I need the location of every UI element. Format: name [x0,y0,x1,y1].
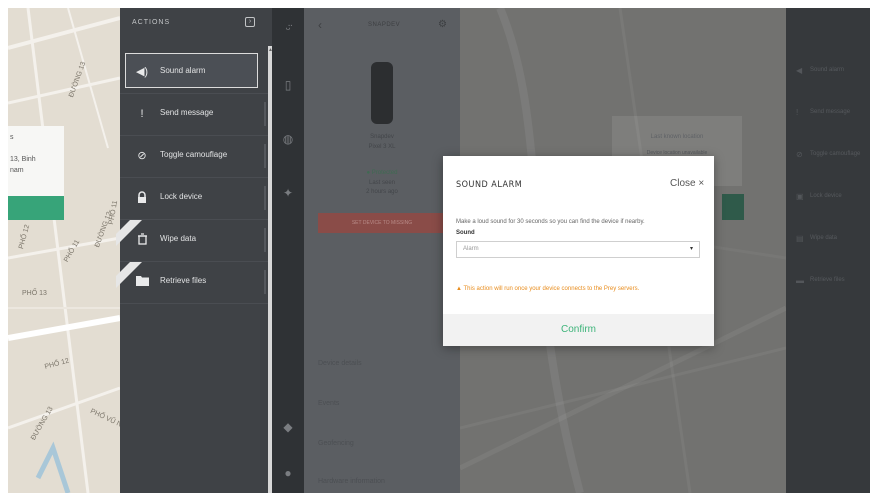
device-name: SNAPDEV [368,22,401,28]
eye-slash-icon: ⊘ [137,150,147,162]
device-row[interactable]: Events [318,400,339,407]
right-item[interactable]: ▬ Retrieve files [786,262,870,304]
app-frame: s 13, Binh nam ĐƯỜNG 13 PHỐ 12 ĐƯỜNG 12 … [8,8,870,493]
right-item[interactable]: ▤ Wipe data [786,220,870,262]
lock-icon [134,191,150,205]
device-panel: ‹ SNAPDEV ⚙ Snapdev Pixel 3 XL ● Protect… [304,8,460,493]
action-retrieve-files[interactable]: Retrieve files [116,262,270,304]
right-item-label: Send message [810,109,851,115]
address-text-top: s [10,134,14,141]
right-item-label: Wipe data [810,235,838,241]
lock-icon: ▣ [796,192,804,201]
right-item[interactable]: ▣ Lock device [786,178,870,220]
right-item[interactable]: ⊘ Toggle camouflage [786,136,870,178]
actions-header: ACTIONS › [120,8,272,42]
dim-green-bar [722,194,744,220]
exclamation-icon: ! [796,108,799,117]
drag-handle [264,144,266,168]
action-toggle-camouflage[interactable]: ⊘ Toggle camouflage [120,136,270,178]
trash-icon [134,233,150,247]
modal-close-button[interactable]: Close × [670,178,704,189]
right-item-label: Toggle camouflage [810,151,861,157]
modal-description: Make a loud sound for 30 seconds so you … [456,219,645,225]
action-lock-device[interactable]: Lock device [120,178,270,220]
drag-handle [264,102,266,126]
phone-image [371,62,393,124]
action-label: Retrieve files [160,276,207,285]
warning-icon: ▲ [456,286,462,292]
set-missing-button[interactable]: SET DEVICE TO MISSING [318,213,446,233]
action-sound-alarm[interactable]: ◀︎) Sound alarm [120,52,270,94]
right-item-label: Sound alarm [810,67,845,73]
device-row[interactable]: Device details [318,360,362,367]
action-label: Send message [160,108,214,117]
right-item[interactable]: ! Send message [786,94,870,136]
right-item-label: Lock device [810,193,842,199]
folder-icon [134,275,150,289]
action-label: Toggle camouflage [160,150,228,159]
account-icon[interactable]: ● [280,466,296,480]
device-last-seen-time: 2 hours ago [366,189,398,195]
sound-select[interactable]: Alarm ▾ [456,241,700,258]
logo-icon: ᵕ̈ [285,22,291,36]
right-item-label: Retrieve files [810,277,845,283]
settings-icon[interactable]: ✦ [280,186,296,200]
help-icon[interactable]: ◆ [280,420,296,434]
device-last-seen: Last seen [368,180,396,186]
eye-slash-icon: ⊘ [796,150,803,159]
right-panel: ◀ Sound alarm ! Send message ⊘ Toggle camou… [786,8,870,493]
device-row[interactable]: Geofencing [318,440,354,447]
exclamation-icon: ! [140,108,144,120]
address-green-bar [8,196,64,220]
address-text: 13, Binh nam [10,156,36,174]
security-icon[interactable]: ◍ [280,132,296,146]
drag-handle [264,186,266,210]
device-title: Snapdev [370,134,394,140]
modal-footer: Confirm [443,314,714,346]
device-model: Pixel 3 XL [368,144,396,150]
sound-label: Sound [456,230,475,236]
modal-warning: ▲ This action will run once your device … [456,286,639,292]
drag-handle [264,228,266,252]
sound-select-value: Alarm [463,246,479,252]
last-location-title: Last known location [650,134,704,140]
action-label: Lock device [160,192,203,201]
folder-icon: ▬ [796,276,804,285]
panel-close-icon[interactable]: › [245,17,255,27]
back-arrow-icon[interactable]: ‹ [318,18,322,32]
confirm-button[interactable]: Confirm [443,324,714,335]
speaker-icon: ◀ [796,66,803,75]
side-rail: ᵕ̈ ▯ ◍ ✦ ◆ ● [272,8,304,493]
chevron-down-icon: ▾ [690,246,694,252]
actions-panel: ACTIONS › ◀︎) Sound alarm ! Send message… [116,8,273,493]
device-status: ● Protected [366,170,398,176]
modal-title: SOUND ALARM [456,180,523,190]
action-wipe-data[interactable]: Wipe data [116,220,270,262]
device-header: ‹ SNAPDEV ⚙ [304,8,460,44]
sound-alarm-modal: SOUND ALARM Close × Make a loud sound fo… [443,156,714,346]
gear-icon[interactable]: ⚙ [438,19,447,30]
map-street-label: PHỐ 13 [22,290,47,297]
trash-icon: ▤ [796,234,804,243]
actions-title: ACTIONS [132,19,171,26]
action-label: Wipe data [160,234,197,243]
device-row[interactable]: Hardware information [318,478,385,485]
right-item[interactable]: ◀ Sound alarm [786,52,870,94]
device-icon[interactable]: ▯ [280,78,296,92]
action-label: Sound alarm [160,66,206,75]
warning-text: This action will run once your device co… [463,286,640,292]
action-send-message[interactable]: ! Send message [120,94,270,136]
speaker-icon: ◀︎) [135,66,149,78]
drag-handle [264,270,266,294]
